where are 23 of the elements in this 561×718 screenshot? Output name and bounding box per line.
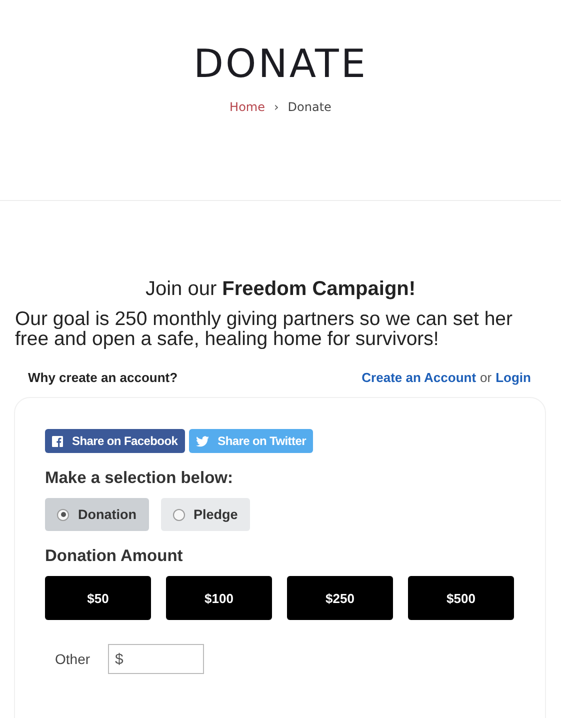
selection-heading: Make a selection below: xyxy=(45,469,234,488)
breadcrumb-separator: › xyxy=(274,100,279,114)
bird-icon xyxy=(196,436,209,446)
other-label: Other xyxy=(55,651,90,667)
amount-button[interactable]: $250 xyxy=(287,576,393,620)
account-question: Why create an account? xyxy=(28,370,178,385)
facebook-share-button[interactable]: Share on Facebook xyxy=(45,429,185,453)
login-link[interactable]: Login xyxy=(496,370,531,385)
facebook-icon xyxy=(52,436,63,446)
campaign-goal: Our goal is 250 monthly giving partners so we can set her free and open a safe, healing home for survivors! xyxy=(15,309,514,349)
amount-button[interactable]: $100 xyxy=(166,576,272,620)
breadcrumb-link[interactable]: Home xyxy=(230,100,265,114)
breadcrumb-current: Donate xyxy=(288,100,332,114)
create-account-link[interactable]: Create an Account xyxy=(362,370,476,385)
amount-button[interactable]: $50 xyxy=(45,576,151,620)
page-title: DONATE xyxy=(193,42,368,88)
selection-option[interactable]: Pledge xyxy=(160,498,250,531)
selection-option[interactable]: Donation xyxy=(45,498,148,531)
amount-button[interactable]: $500 xyxy=(408,576,514,620)
amount-heading: Donation Amount xyxy=(45,547,184,566)
campaign-heading: Join our Freedom Campaign! xyxy=(144,277,417,301)
or-text: or xyxy=(480,370,492,385)
other-amount-field[interactable]: $ xyxy=(108,644,204,674)
